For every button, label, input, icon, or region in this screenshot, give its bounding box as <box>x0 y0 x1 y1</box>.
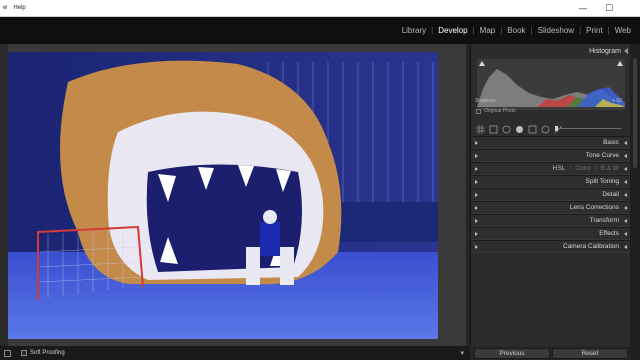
section-basic[interactable]: Basic <box>471 136 631 149</box>
lightroom-window: w Help — ☐ Library | Develop | Map | Boo… <box>0 0 640 360</box>
original-photo-checkbox[interactable] <box>476 108 481 114</box>
soft-proofing-checkbox[interactable] <box>21 350 27 356</box>
collapse-triangle-icon <box>624 180 627 184</box>
hsl-tabs: HSL / Color / B & W <box>553 165 619 172</box>
section-detail[interactable]: Detail <box>471 188 631 201</box>
panel-switch-icon[interactable] <box>475 245 478 249</box>
section-transform[interactable]: Transform <box>471 214 631 227</box>
original-photo-label: Original Photo <box>484 108 516 114</box>
collapse-triangle-icon <box>624 206 627 210</box>
module-library[interactable]: Library <box>397 26 431 35</box>
histogram[interactable] <box>477 59 625 110</box>
right-panel: Histogram Shadows + 65 Original Photo Ba… <box>470 44 631 346</box>
section-title: Split Toning <box>585 178 620 185</box>
collapse-triangle-icon <box>624 193 627 197</box>
tool-slider-handle[interactable] <box>555 126 558 131</box>
histogram-value: + 65 <box>612 98 622 104</box>
collapse-triangle-icon <box>624 232 627 236</box>
module-web[interactable]: Web <box>610 26 636 35</box>
toolbar-menu-icon[interactable]: ▾ <box>460 349 464 357</box>
crop-icon[interactable] <box>488 124 499 135</box>
module-develop[interactable]: Develop <box>433 26 472 35</box>
tool-slider-track[interactable] <box>555 128 621 129</box>
soft-proofing-label: Soft Proofing <box>30 350 65 356</box>
right-panel-scrollbar[interactable] <box>630 44 640 360</box>
reset-button[interactable]: Reset <box>552 348 628 359</box>
left-panel-collapsed[interactable] <box>0 44 8 344</box>
section-effects[interactable]: Effects <box>471 227 631 240</box>
panel-switch-icon[interactable] <box>475 232 478 236</box>
photo-preview[interactable] <box>8 52 438 339</box>
section-lens-corrections[interactable]: Lens Corrections <box>471 201 631 214</box>
section-title: Basic <box>603 139 619 146</box>
collapse-triangle-icon <box>624 154 627 158</box>
shadow-clipping-icon[interactable] <box>479 61 485 66</box>
panel-switch-icon[interactable] <box>475 180 478 184</box>
grid-icon[interactable] <box>475 124 486 135</box>
menu-bar: w Help — ☐ <box>0 0 640 17</box>
section-title: Transform <box>589 217 619 224</box>
previous-button[interactable]: Previous <box>474 348 550 359</box>
graduated-filter-icon[interactable] <box>527 124 538 135</box>
module-slideshow[interactable]: Slideshow <box>533 26 579 35</box>
maximize-button[interactable]: ☐ <box>598 0 620 17</box>
section-hsl[interactable]: HSL / Color / B & W <box>471 162 631 175</box>
panel-switch-icon[interactable] <box>475 219 478 223</box>
scrollbar-thumb[interactable] <box>633 58 637 168</box>
module-map[interactable]: Map <box>475 26 501 35</box>
histogram-shadows-label: Shadows <box>475 98 496 104</box>
panel-switch-icon[interactable] <box>475 154 478 158</box>
histogram-header[interactable]: Histogram <box>471 44 631 58</box>
view-mode-icon[interactable] <box>4 349 11 357</box>
panel-switch-icon[interactable] <box>475 193 478 197</box>
histogram-title: Histogram <box>589 47 621 55</box>
tool-strip <box>475 122 627 136</box>
highlight-clipping-icon[interactable] <box>617 61 623 66</box>
collapse-triangle-icon <box>624 48 628 54</box>
tab-separator: / <box>594 165 597 172</box>
section-tone-curve[interactable]: Tone Curve <box>471 149 631 162</box>
panel-switch-icon[interactable] <box>475 167 478 171</box>
section-title: Tone Curve <box>585 152 619 159</box>
section-title: Lens Corrections <box>569 204 619 211</box>
spot-removal-icon[interactable] <box>501 124 512 135</box>
bottom-toolbar: Soft Proofing ▾ <box>0 346 470 360</box>
collapse-triangle-icon <box>624 167 627 171</box>
collapse-triangle-icon <box>624 141 627 145</box>
minimize-button[interactable]: — <box>572 0 594 17</box>
module-picker: Library | Develop | Map | Book | Slidesh… <box>0 17 640 44</box>
hockey-goalie-photo <box>8 52 438 339</box>
tab-separator: / <box>569 165 572 172</box>
tab-bw[interactable]: B & W <box>601 165 619 172</box>
menu-item-window[interactable]: w <box>0 5 10 11</box>
collapse-triangle-icon <box>624 219 627 223</box>
section-title: Camera Calibration <box>563 243 619 250</box>
section-title: Detail <box>602 191 619 198</box>
collapse-triangle-icon <box>624 245 627 249</box>
panel-switch-icon[interactable] <box>475 141 478 145</box>
original-photo-toggle[interactable]: Original Photo <box>476 108 516 114</box>
menu-item-help[interactable]: Help <box>10 5 28 11</box>
histogram-graph <box>477 69 625 107</box>
tab-color[interactable]: Color <box>575 165 591 172</box>
tab-hsl[interactable]: HSL <box>553 165 566 172</box>
radial-filter-icon[interactable] <box>540 124 551 135</box>
red-eye-icon[interactable] <box>514 124 525 135</box>
panel-switch-icon[interactable] <box>475 206 478 210</box>
section-split-toning[interactable]: Split Toning <box>471 175 631 188</box>
section-camera-calibration[interactable]: Camera Calibration <box>471 240 631 253</box>
module-print[interactable]: Print <box>581 26 607 35</box>
section-title: Effects <box>599 230 619 237</box>
module-book[interactable]: Book <box>502 26 530 35</box>
